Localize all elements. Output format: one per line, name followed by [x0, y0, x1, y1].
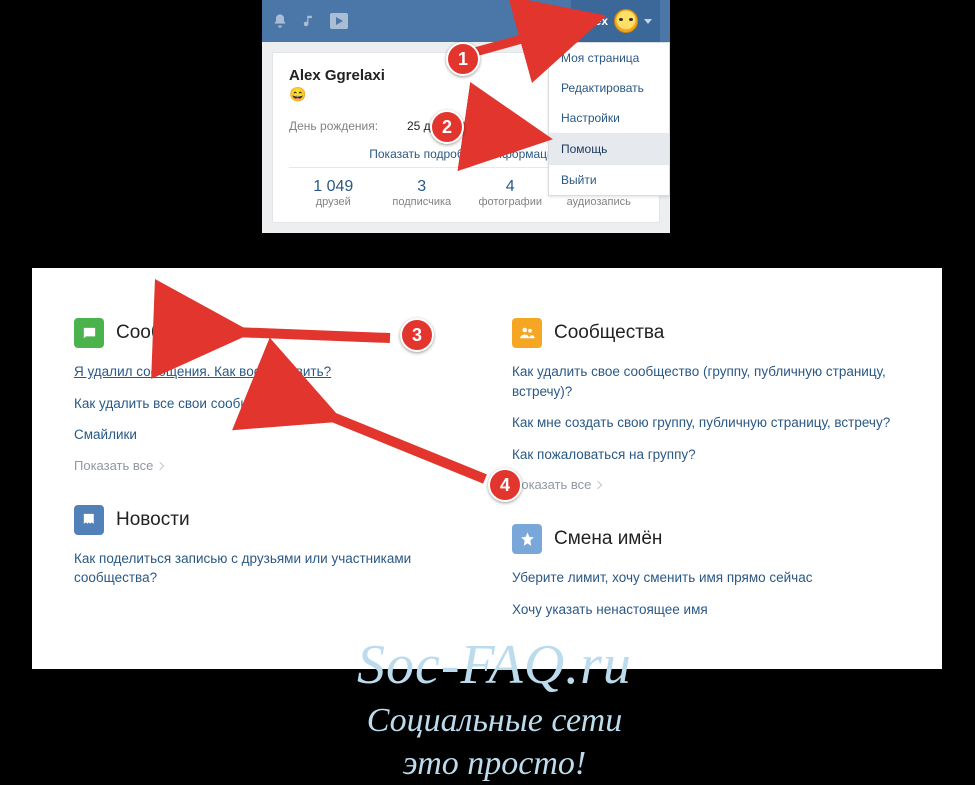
- chevron-right-icon: [594, 481, 602, 489]
- section-title: Сообщества: [554, 322, 664, 344]
- section-news: Новости Как поделиться записью с друзьям…: [74, 505, 472, 588]
- stat-followers[interactable]: 3 подписчика: [378, 168, 467, 214]
- music-icon[interactable]: [302, 14, 316, 28]
- annotation-badge-1: 1: [446, 42, 480, 76]
- help-panel: Soc-FAQ.ru Социальные сети это просто! С…: [32, 268, 942, 669]
- watermark: Soc-FAQ.ru Социальные сети это просто!: [357, 630, 632, 785]
- help-link[interactable]: Смайлики: [74, 425, 472, 445]
- annotation-badge-3: 3: [400, 318, 434, 352]
- help-link[interactable]: Я удалил сообщения. Как восстановить?: [74, 362, 472, 382]
- dd-settings[interactable]: Настройки: [549, 103, 669, 133]
- user-dropdown: Моя страница Редактировать Настройки Пом…: [548, 42, 670, 196]
- help-link[interactable]: Уберите лимит, хочу сменить имя прямо се…: [512, 568, 910, 588]
- dd-my-page[interactable]: Моя страница: [549, 43, 669, 73]
- user-menu-trigger[interactable]: Alex: [571, 0, 660, 42]
- header-username: Alex: [583, 14, 608, 28]
- vk-profile-panel: Alex Моя страница Редактировать Настройк…: [262, 0, 670, 233]
- stat-friends[interactable]: 1 049 друзей: [289, 168, 378, 214]
- news-icon: [74, 505, 104, 535]
- birth-label: День рождения:: [289, 119, 407, 133]
- help-link[interactable]: Как удалить все свои сообщения?: [74, 394, 472, 414]
- communities-icon: [512, 318, 542, 348]
- help-link[interactable]: Как пожаловаться на группу?: [512, 445, 910, 465]
- show-all-link[interactable]: Показать все: [74, 458, 163, 473]
- annotation-badge-2: 2: [430, 110, 464, 144]
- section-title: Новости: [116, 509, 190, 531]
- dd-help[interactable]: Помощь: [549, 133, 669, 164]
- dd-logout[interactable]: Выйти: [549, 164, 669, 195]
- section-title: Сообщения: [116, 322, 219, 344]
- avatar: [614, 9, 638, 33]
- section-communities: Сообщества Как удалить свое сообщество (…: [512, 318, 910, 494]
- chevron-right-icon: [156, 461, 164, 469]
- help-link[interactable]: Как мне создать свою группу, публичную с…: [512, 413, 910, 433]
- section-names: Смена имён Уберите лимит, хочу сменить и…: [512, 524, 910, 619]
- stat-photos[interactable]: 4 фотографии: [466, 168, 555, 214]
- dd-edit[interactable]: Редактировать: [549, 73, 669, 103]
- help-link[interactable]: Хочу указать ненастоящее имя: [512, 600, 910, 620]
- bell-icon[interactable]: [272, 13, 288, 29]
- vk-header: Alex Моя страница Редактировать Настройк…: [262, 0, 670, 42]
- help-link[interactable]: Как удалить свое сообщество (группу, пуб…: [512, 362, 910, 401]
- section-title: Смена имён: [554, 528, 662, 550]
- annotation-badge-4: 4: [488, 468, 522, 502]
- show-all-link[interactable]: Показать все: [512, 477, 601, 492]
- chevron-down-icon: [644, 19, 652, 24]
- play-icon[interactable]: [330, 13, 348, 29]
- star-icon: [512, 524, 542, 554]
- help-link[interactable]: Как поделиться записью с друзьями или уч…: [74, 549, 472, 588]
- messages-icon: [74, 318, 104, 348]
